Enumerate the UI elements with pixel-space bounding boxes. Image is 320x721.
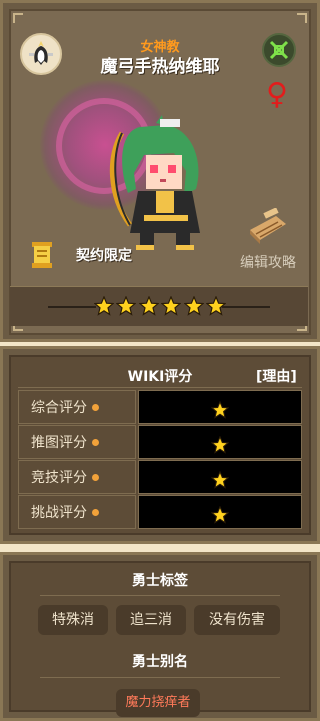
goddess-faction-icon: [20, 33, 62, 75]
bullet-dot-icon: [92, 403, 99, 411]
hero-tag[interactable]: 没有伤害: [194, 605, 280, 635]
rating-label-text: 竞技评分: [31, 470, 87, 486]
contract-limited-label: 契约限定: [76, 248, 132, 264]
hero-stars-row: [94, 296, 226, 318]
hero-name: 魔弓手热纳维耶: [100, 57, 220, 77]
star-icon: [138, 296, 159, 316]
rating-label: 推图评分: [18, 425, 136, 459]
star-icon: [161, 296, 182, 316]
rating-label-text: 综合评分: [31, 400, 87, 416]
star-icon: [211, 401, 229, 419]
hero-tag[interactable]: 特殊消: [38, 605, 108, 635]
bullet-dot-icon: [92, 508, 99, 516]
rating-label-text: 挑战评分: [31, 505, 87, 521]
female-gender-icon: ♀: [266, 77, 288, 112]
star-icon: [183, 296, 204, 316]
rating-row: 竞技评分: [18, 460, 302, 494]
hero-portrait: [109, 115, 200, 250]
rating-value: [138, 460, 302, 494]
star-icon: [211, 436, 229, 454]
hero-aliases-title: 勇士别名: [132, 654, 188, 670]
edit-guide-link[interactable]: 编辑攻略: [232, 252, 304, 272]
rating-reason-link[interactable]: [理由]: [256, 366, 297, 386]
hero-tag[interactable]: 追三消: [116, 605, 186, 635]
frame-corner: [13, 13, 23, 23]
star-icon: [94, 296, 114, 316]
rating-row: 综合评分: [18, 390, 302, 424]
rating-label: 挑战评分: [18, 495, 136, 529]
rating-label: 竞技评分: [18, 460, 136, 494]
tags-divider: [40, 595, 280, 596]
rating-value: [138, 495, 302, 529]
rating-label-text: 推图评分: [31, 435, 87, 451]
frame-corner: [297, 13, 307, 23]
rating-value: [138, 425, 302, 459]
star-bar-ornament: [48, 306, 96, 308]
hero-tags-title: 勇士标签: [132, 573, 188, 589]
star-icon: [211, 506, 229, 524]
star-icon: [211, 471, 229, 489]
contract-scroll-icon: [32, 242, 52, 268]
rating-label: 综合评分: [18, 390, 136, 424]
bullet-dot-icon: [92, 438, 99, 446]
hero-star-rating: [10, 286, 308, 326]
rating-value: [138, 390, 302, 424]
star-icon: [205, 296, 226, 316]
hero-alias[interactable]: 魔力挠痒者: [116, 689, 200, 717]
hero-class-icon: [262, 33, 296, 67]
rating-row: 挑战评分: [18, 495, 302, 529]
guide-scroll-icon[interactable]: [246, 208, 290, 248]
rating-row: 推图评分: [18, 425, 302, 459]
wiki-rating-title: WIKI评分: [127, 369, 193, 385]
star-icon: [116, 296, 137, 316]
star-bar-ornament: [222, 306, 270, 308]
bullet-dot-icon: [92, 473, 99, 481]
aliases-divider: [40, 677, 280, 678]
wiki-header-divider: [18, 387, 302, 388]
